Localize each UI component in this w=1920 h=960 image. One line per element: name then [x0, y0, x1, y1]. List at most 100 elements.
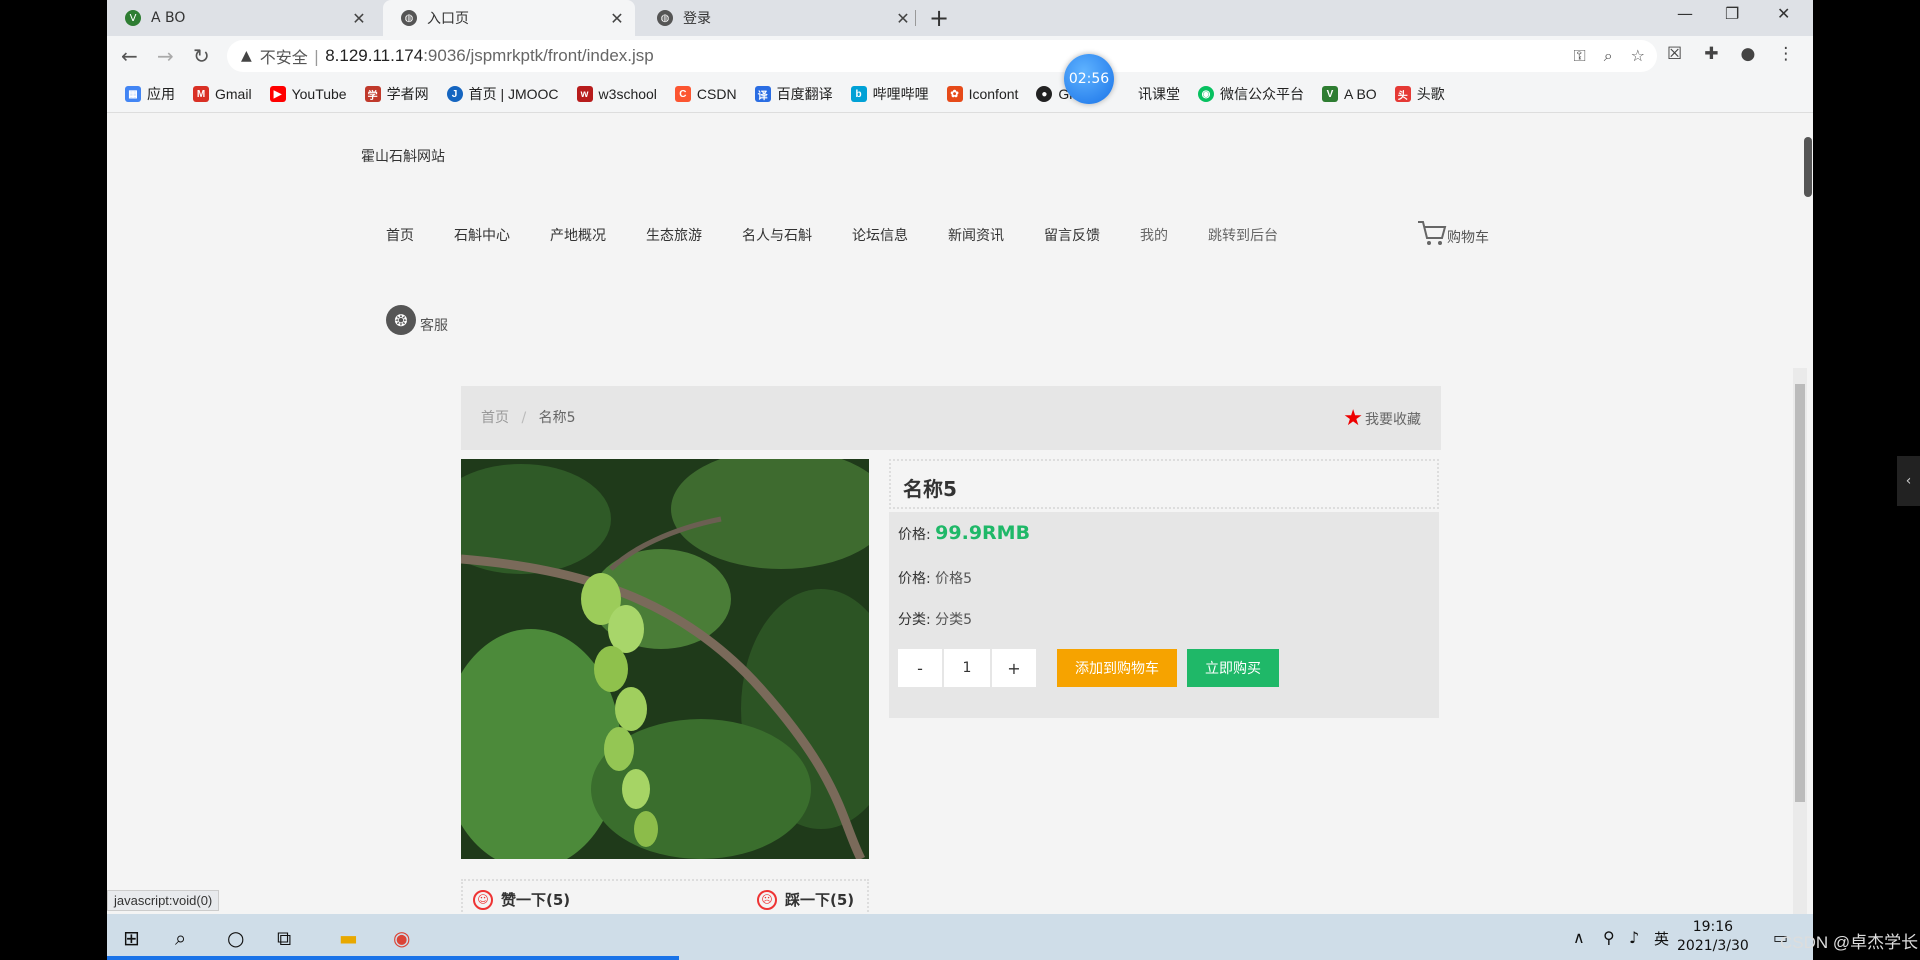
- tab-abo[interactable]: V A BO ✕: [107, 0, 377, 36]
- touge-icon: 头: [1394, 86, 1411, 102]
- bookmark-bilibili[interactable]: b 哔哩哔哩: [850, 84, 929, 104]
- content-scrollbar[interactable]: [1793, 368, 1807, 914]
- extension-icons: ☒ ✚ ● ⋮: [1667, 44, 1794, 64]
- csdn-icon: C: [674, 86, 691, 102]
- tab-title: 入口页: [427, 11, 469, 27]
- taskbar-progress-line: [107, 956, 679, 960]
- close-icon[interactable]: ✕: [891, 9, 915, 28]
- close-icon[interactable]: ✕: [605, 9, 629, 28]
- bookmark-label: CSDN: [696, 86, 737, 102]
- chrome-icon[interactable]: ◉: [393, 926, 410, 950]
- watermark: CSDN @卓杰学长: [1780, 933, 1919, 952]
- extension-x-icon[interactable]: ☒: [1667, 44, 1682, 64]
- bookmark-scholar[interactable]: 学学者网: [364, 84, 429, 104]
- smile-icon: ☺: [473, 889, 493, 910]
- clock-time: 19:16: [1692, 919, 1734, 935]
- side-panel-toggle[interactable]: ‹: [1897, 456, 1920, 506]
- scrollbar-thumb[interactable]: [1804, 137, 1812, 197]
- iconfont-icon: ✿: [946, 86, 963, 102]
- vue-icon: V: [125, 10, 141, 26]
- puzzle-icon[interactable]: ✚: [1704, 44, 1718, 64]
- browser-toolbar: ← → ↻ ▲ 不安全 | 8.129.11.174 :9036/jspmrkp…: [107, 36, 1813, 76]
- breadcrumb-trail: 首页 / 名称5: [481, 407, 576, 427]
- close-icon[interactable]: ✕: [347, 9, 371, 28]
- nav-item-news[interactable]: 新闻资讯: [948, 225, 1004, 245]
- bookmark-baidu-translate[interactable]: 译百度翻译: [754, 84, 833, 104]
- bookmark-iconfont[interactable]: ✿ Iconfont: [946, 86, 1018, 102]
- nav-item-admin[interactable]: 跳转到后台: [1208, 225, 1278, 245]
- nav-item-forum[interactable]: 论坛信息: [852, 225, 908, 245]
- taskbar: ⊞ ⌕ ○ ⧉ ▬ ◉ ∧ ⚲ ♪ 英 19:16 2021/3/30 ▭: [107, 914, 1813, 960]
- bookmark-touge[interactable]: 头头歌: [1394, 84, 1445, 104]
- service-label: 客服: [420, 318, 448, 334]
- network-icon[interactable]: ⚲: [1603, 928, 1615, 947]
- buy-now-button[interactable]: 立即购买: [1187, 649, 1279, 687]
- product-name: 名称5: [903, 477, 957, 501]
- key-icon[interactable]: ⚿: [1574, 46, 1586, 66]
- nav-item-home[interactable]: 首页: [386, 225, 414, 245]
- tray-chevron-up-icon[interactable]: ∧: [1573, 928, 1585, 947]
- system-clock[interactable]: 19:16 2021/3/30: [1677, 918, 1749, 956]
- cart-link[interactable]: 购物车: [1417, 219, 1489, 247]
- nav-item-mine[interactable]: 我的: [1140, 225, 1168, 245]
- nav-item-origin[interactable]: 产地概况: [550, 225, 606, 245]
- bookmark-label: YouTube: [291, 86, 347, 102]
- tab-entry-page[interactable]: ◍ 入口页 ✕: [383, 0, 635, 36]
- bookmark-jmooc[interactable]: J 首页 | JMOOC: [446, 84, 559, 104]
- new-tab-button[interactable]: +: [929, 4, 949, 32]
- minimize-icon[interactable]: —: [1677, 4, 1693, 23]
- bookmark-label: 哔哩哔哩: [872, 86, 929, 102]
- tab-title: 登录: [683, 11, 711, 27]
- bookmark-star-icon[interactable]: ☆: [1631, 46, 1645, 66]
- bookmark-wechat-mp[interactable]: ◉ 微信公众平台: [1198, 84, 1304, 104]
- favorite-button[interactable]: ★ 我要收藏: [1343, 406, 1421, 431]
- volume-icon[interactable]: ♪: [1629, 928, 1639, 947]
- cortana-icon[interactable]: ○: [227, 926, 244, 950]
- bookmark-abo[interactable]: V A BO: [1322, 86, 1377, 102]
- bookmark-label: 学者网: [386, 86, 429, 102]
- bookmark-gmail[interactable]: M Gmail: [193, 86, 252, 102]
- scrollbar-thumb[interactable]: [1795, 384, 1805, 802]
- file-explorer-icon[interactable]: ▬: [339, 926, 358, 950]
- bookmark-label: 百度翻译: [776, 86, 833, 102]
- restore-icon[interactable]: ❐: [1725, 4, 1739, 23]
- dislike-button[interactable]: ☹ 踩一下(5): [757, 889, 854, 910]
- search-icon[interactable]: ⌕: [175, 926, 186, 950]
- nav-item-dendrobium-center[interactable]: 石斛中心: [454, 225, 510, 245]
- zoom-icon[interactable]: ⌕: [1604, 46, 1613, 66]
- address-bar[interactable]: ▲ 不安全 | 8.129.11.174 :9036/jspmrkptk/fro…: [227, 40, 1657, 72]
- window-close-icon[interactable]: ✕: [1777, 4, 1790, 23]
- bookmark-csdn[interactable]: C CSDN: [674, 86, 737, 102]
- ime-indicator[interactable]: 英: [1654, 928, 1669, 949]
- like-button[interactable]: ☺ 赞一下(5): [473, 889, 570, 910]
- quantity-input[interactable]: 1: [944, 649, 990, 687]
- add-to-cart-button[interactable]: 添加到购物车: [1057, 649, 1177, 687]
- nav-item-celebrities[interactable]: 名人与石斛: [742, 225, 812, 245]
- tab-login[interactable]: ◍ 登录 ✕: [639, 0, 921, 36]
- task-view-icon[interactable]: ⧉: [277, 926, 291, 950]
- tab-separator: [915, 10, 916, 26]
- bookmark-w3school[interactable]: w w3school: [576, 86, 657, 102]
- reload-icon[interactable]: ↻: [193, 44, 210, 68]
- breadcrumb-home[interactable]: 首页: [481, 410, 509, 426]
- bookmark-ke-classroom[interactable]: 讯课堂: [1138, 84, 1180, 104]
- url-host: 8.129.11.174: [325, 46, 424, 65]
- bookmark-apps[interactable]: ▦ 应用: [125, 84, 175, 104]
- bookmark-youtube[interactable]: ▶ YouTube: [269, 86, 347, 102]
- back-icon[interactable]: ←: [121, 44, 138, 68]
- timer-badge[interactable]: 02:56: [1064, 54, 1114, 104]
- quantity-decrease-button[interactable]: -: [898, 649, 942, 687]
- windows-start-icon[interactable]: ⊞: [123, 926, 140, 950]
- chevron-left-icon: ‹: [1905, 473, 1912, 489]
- status-bar: javascript:void(0): [107, 890, 220, 911]
- dislike-label: 踩一下(5): [785, 891, 855, 909]
- nav-item-feedback[interactable]: 留言反馈: [1044, 225, 1100, 245]
- cart-label: 购物车: [1447, 230, 1489, 246]
- price-row-secondary: 价格: 价格5: [898, 568, 972, 588]
- profile-icon[interactable]: ●: [1741, 44, 1756, 64]
- nav-item-eco-tourism[interactable]: 生态旅游: [646, 225, 702, 245]
- forward-icon[interactable]: →: [157, 44, 174, 68]
- quantity-increase-button[interactable]: +: [992, 649, 1036, 687]
- customer-service-link[interactable]: ❂ 客服: [386, 305, 448, 335]
- menu-icon[interactable]: ⋮: [1777, 44, 1794, 64]
